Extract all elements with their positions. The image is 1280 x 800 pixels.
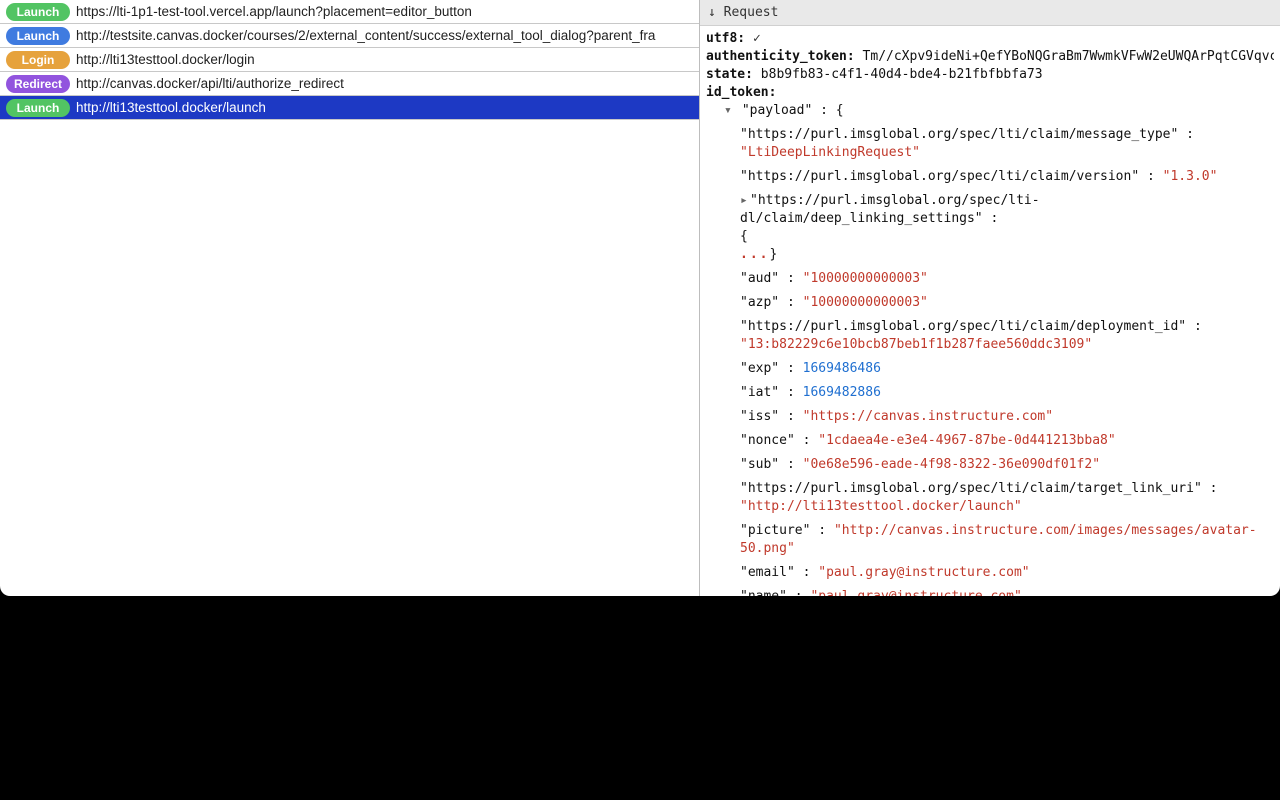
json-value: "LtiDeepLinkingRequest" (740, 145, 920, 160)
json-entry[interactable]: "azp" : "10000000000003" (706, 294, 1274, 312)
request-url: http://canvas.docker/api/lti/authorize_r… (76, 76, 344, 91)
json-tree: ▾ "payload" : { "https://purl.imsglobal.… (706, 102, 1274, 596)
colon: : (820, 103, 836, 118)
app-window: Launch https://lti-1p1-test-tool.vercel.a… (0, 0, 1280, 596)
json-value: "1.3.0" (1163, 169, 1218, 184)
json-key: "picture" (740, 523, 810, 538)
json-entry[interactable]: "https://purl.imsglobal.org/spec/lti/cla… (706, 318, 1274, 354)
json-entry[interactable]: "nonce" : "1cdaea4e-e3e4-4967-87be-0d441… (706, 432, 1274, 450)
json-value: "10000000000003" (803, 295, 928, 310)
json-entry[interactable]: "aud" : "10000000000003" (706, 270, 1274, 288)
json-key: "https://purl.imsglobal.org/spec/lti/cla… (740, 319, 1186, 334)
request-url: http://lti13testtool.docker/launch (76, 100, 266, 115)
json-entry[interactable]: "exp" : 1669486486 (706, 360, 1274, 378)
json-key: "https://purl.imsglobal.org/spec/lti/cla… (740, 127, 1178, 142)
state-value: b8b9fb83-c4f1-40d4-bde4-b21fbfbbfa73 (761, 67, 1043, 82)
json-value: "13:b82229c6e10bcb87beb1f1b287faee560ddc… (740, 337, 1092, 352)
json-key: "iss" (740, 409, 779, 424)
brace-open: { (836, 103, 844, 118)
request-row[interactable]: Launch https://lti-1p1-test-tool.vercel.a… (0, 0, 699, 24)
json-key: "iat" (740, 385, 779, 400)
json-key: "name" (740, 589, 787, 596)
json-key: "https://purl.imsglobal.org/spec/lti/cla… (740, 169, 1139, 184)
json-value: 1669482886 (803, 385, 881, 400)
json-value: "0e68e596-eade-4f98-8322-36e090df01f2" (803, 457, 1100, 472)
request-list: Launch https://lti-1p1-test-tool.vercel.a… (0, 0, 700, 596)
json-key: "azp" (740, 295, 779, 310)
json-entry[interactable]: ▸"https://purl.imsglobal.org/spec/lti-dl… (706, 192, 1274, 264)
json-key: "email" (740, 565, 795, 580)
request-tag-badge: Launch (6, 3, 70, 21)
json-entry[interactable]: "picture" : "http://canvas.instructure.c… (706, 522, 1274, 558)
json-value: "paul.gray@instructure.com" (818, 565, 1029, 580)
json-entry[interactable]: "https://purl.imsglobal.org/spec/lti/cla… (706, 480, 1274, 516)
request-url: https://lti-1p1-test-tool.vercel.app/lau… (76, 4, 472, 19)
json-value: "paul.gray@instructure.com" (810, 589, 1021, 596)
payload-key: "payload" (742, 103, 812, 118)
auth-token-field: authenticity_token: Tm//cXpv9ideNi+QefYB… (706, 48, 1274, 66)
caret-right-icon[interactable]: ▸ (740, 192, 750, 210)
json-entry[interactable]: "https://purl.imsglobal.org/spec/lti/cla… (706, 168, 1274, 186)
request-tag-badge: Launch (6, 99, 70, 117)
json-value: "1cdaea4e-e3e4-4967-87be-0d441213bba8" (818, 433, 1115, 448)
detail-body[interactable]: utf8: ✓ authenticity_token: Tm//cXpv9ide… (700, 26, 1280, 596)
json-entry[interactable]: "name" : "paul.gray@instructure.com" (706, 588, 1274, 596)
json-value: "http://lti13testtool.docker/launch" (740, 499, 1022, 514)
json-key: "https://purl.imsglobal.org/spec/lti/cla… (740, 481, 1202, 496)
check-icon: ✓ (753, 31, 761, 46)
utf8-label: utf8: (706, 31, 745, 46)
json-entry[interactable]: "https://purl.imsglobal.org/spec/lti/cla… (706, 126, 1274, 162)
json-key: "aud" (740, 271, 779, 286)
state-label: state: (706, 67, 753, 82)
request-tag-badge: Login (6, 51, 70, 69)
json-value: 1669486486 (803, 361, 881, 376)
auth-token-value: Tm//cXpv9ideNi+QefYBoNQGraBm7WwmkVFwW2eU… (863, 49, 1274, 64)
json-key: "sub" (740, 457, 779, 472)
detail-title: Request (724, 5, 779, 20)
utf8-field: utf8: ✓ (706, 30, 1274, 48)
detail-header: ↓ Request (700, 0, 1280, 26)
request-url: http://lti13testtool.docker/login (76, 52, 255, 67)
json-key: "nonce" (740, 433, 795, 448)
ellipsis-icon[interactable]: ... (740, 247, 769, 262)
request-row[interactable]: Launch http://lti13testtool.docker/launch (0, 96, 699, 120)
json-value: "https://canvas.instructure.com" (803, 409, 1053, 424)
request-url: http://testsite.canvas.docker/courses/2/… (76, 28, 655, 43)
json-entry[interactable]: "email" : "paul.gray@instructure.com" (706, 564, 1274, 582)
state-field: state: b8b9fb83-c4f1-40d4-bde4-b21fbfbbf… (706, 66, 1274, 84)
request-row[interactable]: Redirect http://canvas.docker/api/lti/aut… (0, 72, 699, 96)
payload-node[interactable]: ▾ "payload" : { (706, 102, 1274, 120)
caret-down-icon[interactable]: ▾ (724, 102, 734, 120)
request-tag-badge: Launch (6, 27, 70, 45)
request-row[interactable]: Login http://lti13testtool.docker/login (0, 48, 699, 72)
json-entry[interactable]: "iat" : 1669482886 (706, 384, 1274, 402)
id-token-label: id_token: (706, 85, 776, 100)
id-token-field: id_token: (706, 84, 1274, 102)
json-value: "10000000000003" (803, 271, 928, 286)
request-row[interactable]: Launch http://testsite.canvas.docker/cour… (0, 24, 699, 48)
json-entry[interactable]: "iss" : "https://canvas.instructure.com" (706, 408, 1274, 426)
json-key: "exp" (740, 361, 779, 376)
json-entry[interactable]: "sub" : "0e68e596-eade-4f98-8322-36e090d… (706, 456, 1274, 474)
request-tag-badge: Redirect (6, 75, 70, 93)
request-detail-panel: ↓ Request utf8: ✓ authenticity_token: Tm… (700, 0, 1280, 596)
auth-token-label: authenticity_token: (706, 49, 855, 64)
request-direction-icon: ↓ (708, 5, 716, 20)
